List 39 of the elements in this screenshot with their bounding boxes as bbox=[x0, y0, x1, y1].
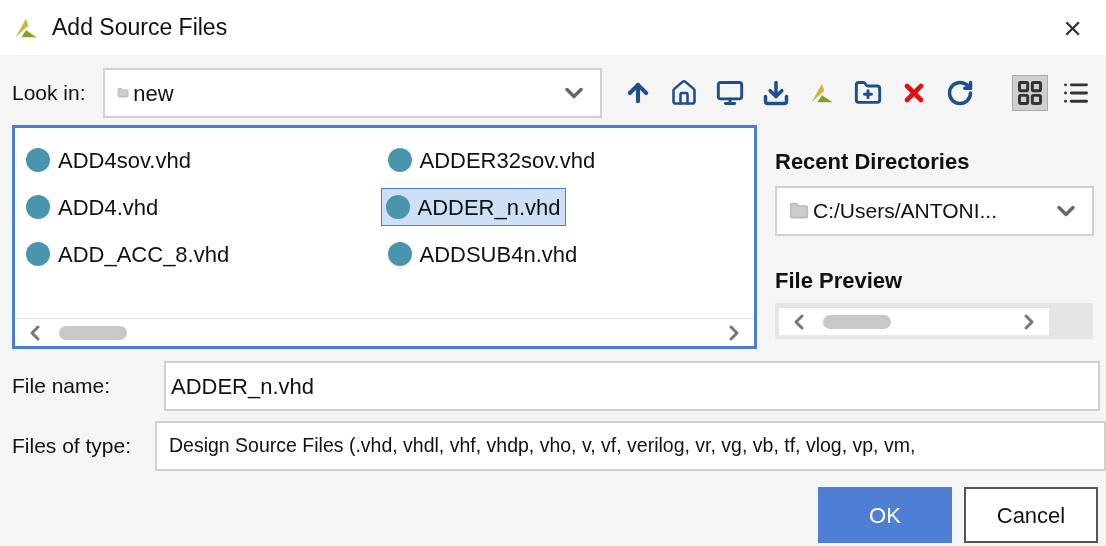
cancel-button[interactable]: Cancel bbox=[964, 487, 1098, 543]
file-icon bbox=[385, 195, 410, 219]
ok-button[interactable]: OK bbox=[818, 487, 952, 543]
file-item[interactable]: ADDER32sov.vhd bbox=[384, 141, 599, 179]
file-item[interactable]: ADDSUB4n.vhd bbox=[384, 235, 581, 273]
look-in-dropdown[interactable]: new bbox=[103, 68, 602, 118]
home-icon bbox=[670, 79, 698, 107]
file-name-field[interactable]: ADDER_n.vhd bbox=[164, 361, 1100, 411]
folder-icon bbox=[117, 87, 130, 99]
file-item[interactable]: ADD_ACC_8.vhd bbox=[23, 235, 233, 273]
file-icon bbox=[387, 148, 412, 172]
file-name-label: File name: bbox=[12, 373, 112, 400]
file-icon bbox=[26, 195, 50, 219]
look-in-value: new bbox=[133, 79, 175, 108]
scroll-thumb[interactable] bbox=[59, 325, 127, 340]
file-icon bbox=[26, 242, 50, 266]
preview-scrollbar[interactable] bbox=[779, 307, 1049, 335]
folder-icon bbox=[789, 201, 809, 221]
desktop-icon bbox=[716, 79, 744, 107]
refresh-icon bbox=[946, 79, 974, 107]
file-preview-title: File Preview bbox=[775, 267, 904, 295]
file-item[interactable]: ADD4.vhd bbox=[23, 188, 162, 226]
toolbar-button[interactable] bbox=[1012, 75, 1048, 111]
window-title: Add Source Files bbox=[52, 13, 229, 43]
file-icon bbox=[387, 242, 412, 266]
scroll-thumb[interactable] bbox=[823, 314, 891, 329]
look-in-label: Look in: bbox=[12, 80, 87, 107]
recent-directories-title: Recent Directories bbox=[775, 148, 971, 176]
recent-directory-value: C:/Users/ANTONI... bbox=[813, 198, 998, 225]
recent-directories-dropdown[interactable]: C:/Users/ANTONI... bbox=[775, 186, 1094, 236]
new-folder-icon bbox=[854, 79, 882, 107]
file-item[interactable]: ADD4sov.vhd bbox=[23, 141, 194, 179]
files-of-type-label: Files of type: bbox=[12, 433, 133, 460]
file-item[interactable]: ADDER_n.vhd bbox=[380, 188, 566, 226]
download-icon bbox=[762, 79, 790, 107]
files-of-type-dropdown[interactable]: Design Source Files (.vhd, vhdl, vhf, vhdp, vho, v, vf, verilog, vr, vg, vb, tf, vlog, vp, vm, bbox=[155, 421, 1106, 471]
file-icon bbox=[26, 148, 50, 172]
close-button[interactable]: × bbox=[1051, 11, 1094, 44]
grid-view-icon bbox=[1016, 79, 1044, 107]
